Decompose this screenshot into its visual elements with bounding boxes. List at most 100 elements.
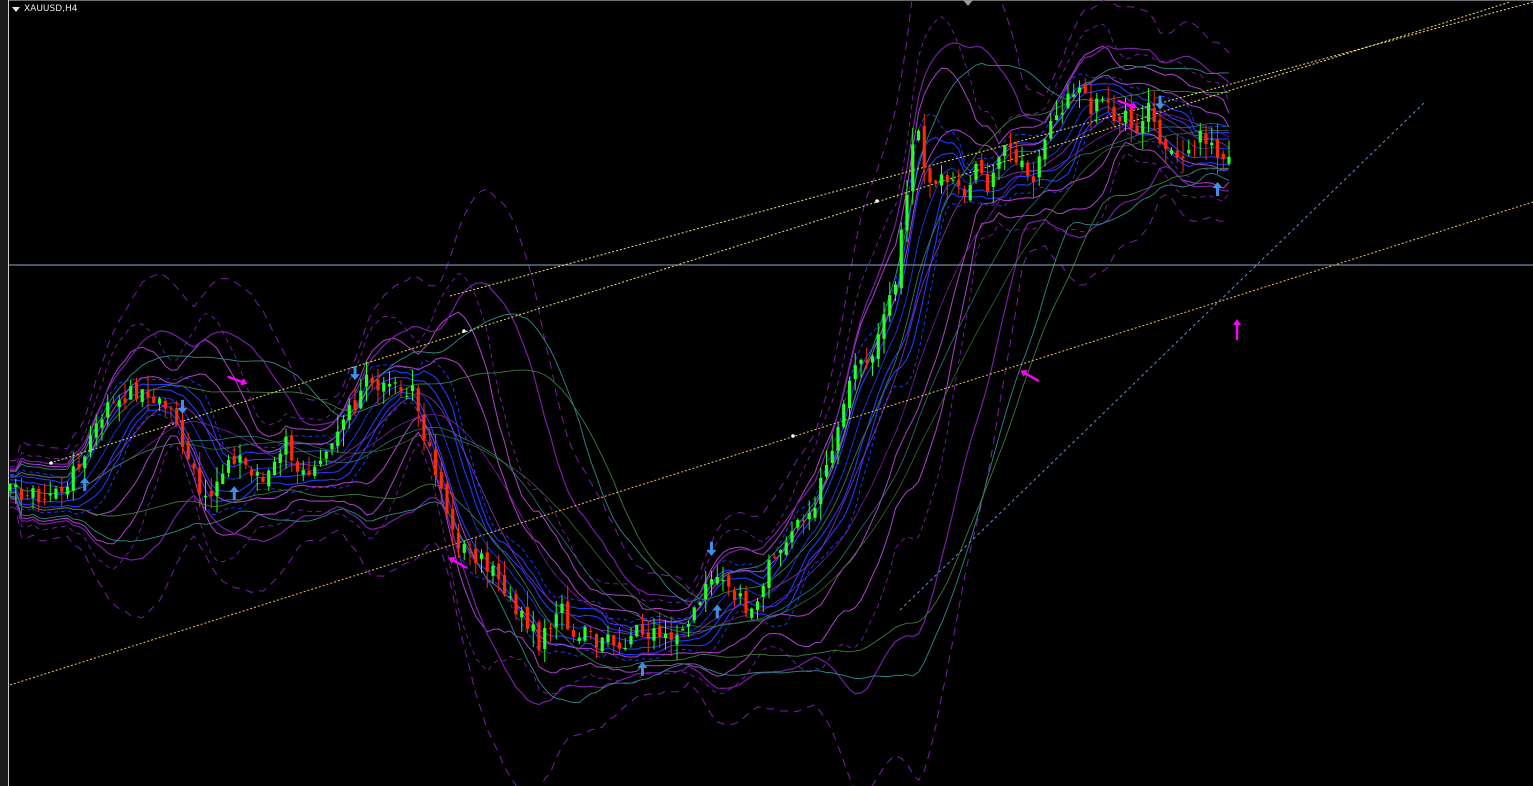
candle-body	[830, 450, 834, 463]
candle-body	[796, 520, 800, 528]
candle-body	[65, 486, 70, 495]
candle-body	[801, 520, 806, 522]
symbol-header[interactable]: XAUUSD,H4	[12, 2, 78, 16]
candle-body	[951, 179, 955, 181]
lines-layer	[9, 1, 1533, 686]
candle-body	[750, 608, 754, 618]
band-mid-line	[9, 123, 1230, 633]
candle-body	[629, 635, 633, 645]
candle-body	[278, 453, 282, 464]
candle-body	[382, 382, 386, 392]
candle-body	[853, 365, 857, 379]
candle-body	[497, 563, 501, 580]
candle-body	[566, 601, 570, 630]
candle-body	[42, 498, 47, 500]
symbol-timeframe-label: XAUUSD,H4	[24, 4, 78, 14]
chevron-down-icon[interactable]	[12, 6, 20, 12]
candle-body	[715, 576, 719, 584]
candle-body	[543, 627, 547, 650]
candle-body	[60, 486, 64, 492]
candle-body	[1198, 130, 1202, 143]
candle-body	[244, 458, 248, 465]
candle-body	[1129, 106, 1133, 129]
signal-arrow-shape	[1020, 370, 1040, 383]
candle-body	[767, 560, 771, 588]
candle-body	[560, 603, 564, 613]
candle-body	[152, 396, 156, 403]
candle-body	[88, 435, 93, 453]
candle-body	[600, 637, 604, 652]
candle-body	[479, 553, 484, 559]
channel-anchor-point	[462, 329, 466, 333]
candle-body	[439, 472, 443, 489]
candle-body	[1192, 145, 1197, 147]
candle-body	[934, 180, 938, 183]
candle-body	[502, 575, 507, 594]
candle-body	[1060, 112, 1064, 115]
candle-body	[589, 630, 593, 632]
channel-anchor-point	[791, 434, 795, 438]
candle-body	[744, 590, 748, 614]
band-upper-line	[9, 0, 1230, 590]
candle-body	[617, 642, 622, 649]
candle-body	[1175, 150, 1179, 158]
candle-body	[1083, 84, 1087, 94]
candle-body	[1100, 99, 1105, 101]
signal-arrow-icon	[1233, 319, 1241, 340]
candle-body	[709, 579, 714, 585]
candle-body	[186, 442, 190, 459]
candle-body	[399, 386, 403, 392]
channel-extension-line	[449, 1, 1533, 297]
candle-body	[985, 174, 990, 192]
candle-body	[221, 473, 225, 485]
channel-lower-line	[9, 201, 1533, 686]
channel-upper-line	[49, 1, 1511, 464]
candle-body	[301, 470, 305, 475]
candle-body	[485, 552, 489, 572]
candle-body	[255, 472, 259, 476]
candle-body	[928, 168, 932, 183]
candle-body	[1043, 139, 1047, 160]
candle-body	[405, 395, 409, 397]
candle-body	[1072, 94, 1076, 97]
candle-body	[571, 630, 576, 637]
candle-body	[100, 419, 104, 428]
candle-body	[215, 481, 219, 497]
chart-window[interactable]: XAUUSD,H4	[0, 0, 1533, 786]
candle-body	[31, 488, 35, 498]
candle-body	[980, 159, 984, 174]
candle-body	[738, 593, 742, 597]
candle-body	[474, 548, 478, 564]
candle-body	[313, 466, 317, 476]
candle-body	[778, 549, 783, 554]
candle-body	[640, 624, 645, 635]
candle-body	[583, 626, 587, 641]
candle-body	[606, 634, 610, 643]
candle-body	[410, 385, 415, 392]
candle-body	[842, 403, 846, 427]
candle-body	[1215, 139, 1220, 158]
candle-body	[807, 513, 811, 520]
candle-body	[387, 383, 392, 387]
candle-body	[330, 443, 334, 450]
candle-body	[1020, 160, 1024, 168]
candle-body	[1210, 142, 1214, 146]
candle-body	[192, 463, 196, 469]
candle-body	[974, 163, 978, 180]
candle-body	[19, 488, 24, 501]
bands-layer	[9, 0, 1230, 786]
candle-body	[364, 374, 369, 387]
candle-body	[491, 565, 495, 576]
band-lower-line	[9, 111, 1230, 656]
candle-body	[1135, 125, 1139, 133]
signal-arrow-shape	[1233, 319, 1241, 340]
candle-body	[773, 556, 777, 558]
price-chart[interactable]	[0, 0, 1533, 786]
candle-body	[284, 436, 288, 455]
candle-body	[1158, 119, 1162, 144]
candle-body	[180, 420, 185, 447]
candle-body	[594, 634, 599, 648]
candle-body	[249, 469, 254, 476]
candle-body	[370, 377, 374, 384]
candle-body	[686, 624, 691, 627]
